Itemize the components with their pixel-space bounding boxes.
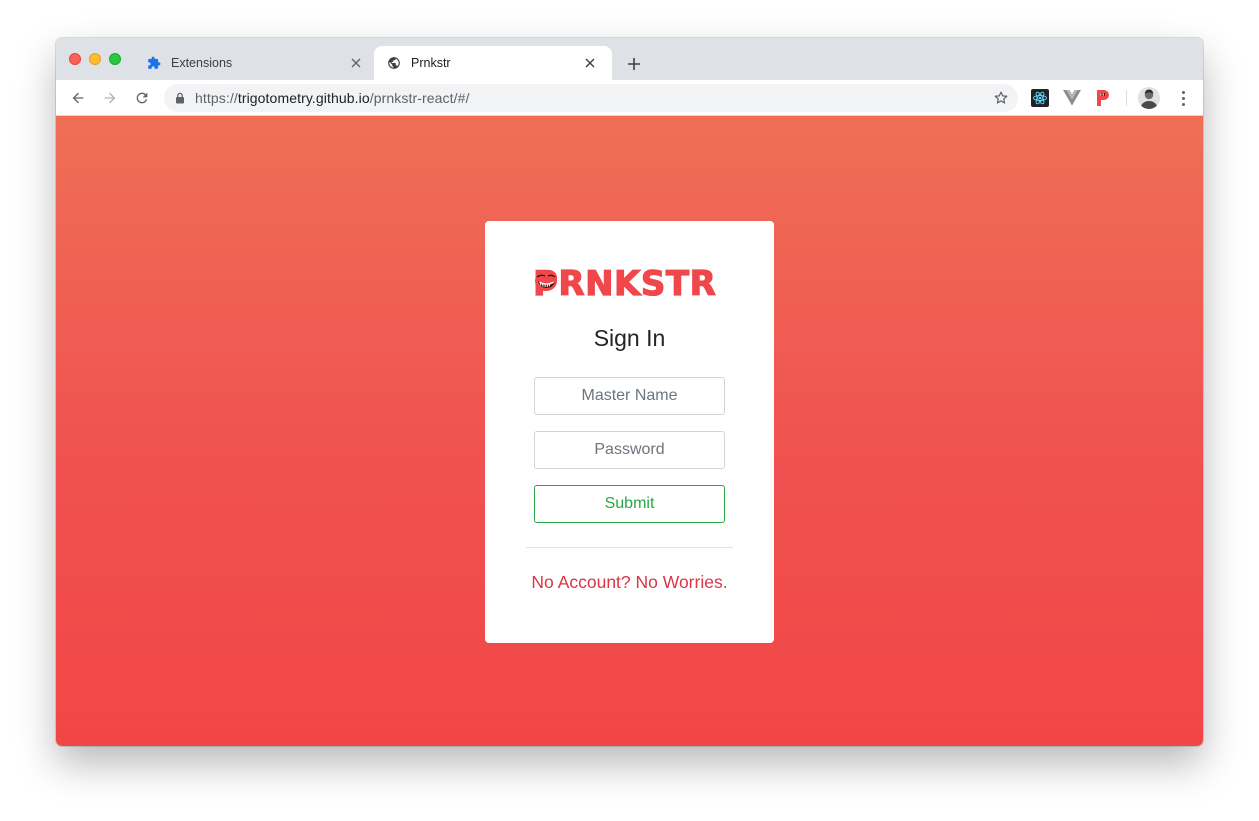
tab-extensions[interactable]: Extensions [134,46,372,80]
puzzle-icon [146,55,162,71]
url-host: trigotometry.github.io [237,90,370,106]
new-tab-button[interactable] [622,52,646,76]
zoom-window-button[interactable] [109,53,121,65]
divider [526,547,733,548]
tab-title: Prnkstr [411,56,451,70]
password-input[interactable] [534,431,725,469]
url-path: /prnkstr-react/#/ [369,90,470,106]
back-arrow-icon[interactable] [66,86,90,110]
toolbar-divider [1126,90,1127,106]
vue-devtools-icon[interactable] [1063,89,1081,107]
browser-menu-icon[interactable] [1174,88,1192,108]
signup-link[interactable]: No Account? No Worries. [485,572,774,593]
login-card: PRNKSTR Sign In Submit No Account? No Wo… [485,221,774,643]
address-bar[interactable]: https://trigotometry.github.io/prnkstr-r… [164,84,1018,112]
reload-icon[interactable] [130,86,154,110]
url-scheme: https:// [195,90,238,106]
page-background: PRNKSTR Sign In Submit No Account? No Wo… [56,116,1203,746]
tab-close-icon[interactable] [348,55,364,71]
tab-strip: Extensions Prnkstr [56,38,1203,80]
bookmark-star-icon[interactable] [992,89,1010,107]
profile-avatar[interactable] [1138,87,1160,109]
minimize-window-button[interactable] [89,53,101,65]
troll-face-icon [535,271,557,291]
submit-button[interactable]: Submit [534,485,725,523]
close-window-button[interactable] [69,53,81,65]
browser-toolbar: https://trigotometry.github.io/prnkstr-r… [56,80,1203,116]
logo-text: PRNKSTR [532,264,717,304]
master-name-input[interactable] [534,377,725,415]
tab-close-icon[interactable] [582,55,598,71]
tab-title: Extensions [171,56,233,70]
browser-window: Extensions Prnkstr https://trigotometry.… [56,38,1203,746]
tab-prnkstr[interactable]: Prnkstr [374,46,612,80]
lock-icon[interactable] [175,92,185,104]
prnkstr-extension-icon[interactable] [1094,89,1112,107]
forward-arrow-icon[interactable] [98,86,122,110]
url-text: https://trigotometry.github.io/prnkstr-r… [195,90,469,106]
page-title: Sign In [593,325,666,351]
prnkstr-logo: PRNKSTR [532,264,727,304]
react-devtools-icon[interactable] [1031,89,1049,107]
globe-icon [386,55,402,71]
